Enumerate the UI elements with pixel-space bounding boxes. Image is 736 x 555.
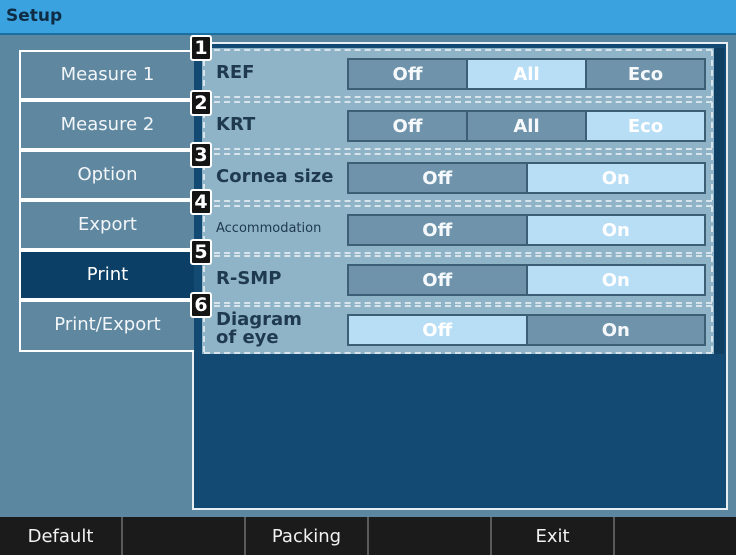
row-border [204, 148, 712, 150]
callout-badge-3: 3 [190, 142, 212, 168]
row-border [711, 102, 713, 148]
sidebar-tab-measure-2[interactable]: Measure 2 [19, 100, 194, 150]
ref-option-off[interactable]: Off [349, 60, 466, 88]
row-border [204, 101, 712, 103]
r-smp-option-on[interactable]: On [527, 266, 704, 294]
setting-row-r-smp: R-SMP Off On [202, 254, 714, 304]
diagram-of-eye-option-off[interactable]: Off [349, 316, 526, 344]
setting-label: Diagram of eye [216, 309, 302, 348]
krt-option-eco[interactable]: Eco [587, 112, 704, 140]
setting-label: Accommodation [216, 221, 322, 236]
title-bar: Setup [0, 0, 736, 35]
callout-badge-4: 4 [190, 189, 212, 215]
ref-option-eco[interactable]: Eco [587, 60, 704, 88]
sidebar-tab-export[interactable]: Export [19, 200, 194, 250]
cornea-size-option-on[interactable]: On [527, 164, 704, 192]
row-border [711, 306, 713, 352]
row-border [204, 96, 712, 98]
function-key-6[interactable] [615, 517, 736, 555]
cornea-size-option-off[interactable]: Off [349, 164, 526, 192]
setting-row-cornea-size: Cornea size Off On [202, 152, 714, 202]
function-key-2[interactable] [123, 517, 244, 555]
setting-label: Cornea size [216, 166, 334, 187]
exit-button[interactable]: Exit [492, 517, 613, 555]
accommodation-option-group: Off On [347, 214, 706, 246]
row-border [711, 206, 713, 252]
diagram-of-eye-option-group: Off On [347, 314, 706, 346]
row-border [711, 256, 713, 302]
krt-option-all[interactable]: All [468, 112, 585, 140]
ref-option-group: Off All Eco [347, 58, 706, 90]
accommodation-option-on[interactable]: On [527, 216, 704, 244]
setting-row-diagram-of-eye: Diagram of eye Off On [202, 304, 714, 354]
callout-badge-2: 2 [190, 90, 212, 116]
callout-badge-1: 1 [190, 35, 212, 61]
row-border [711, 154, 713, 200]
diagram-of-eye-option-on[interactable]: On [527, 316, 704, 344]
setting-label: REF [216, 62, 255, 83]
r-smp-option-group: Off On [347, 264, 706, 296]
callout-badge-5: 5 [190, 239, 212, 265]
accommodation-option-off[interactable]: Off [349, 216, 526, 244]
sidebar-tab-measure-1[interactable]: Measure 1 [19, 50, 194, 100]
default-button[interactable]: Default [0, 517, 121, 555]
packing-button[interactable]: Packing [246, 517, 367, 555]
panel-edge [714, 48, 724, 354]
setting-label: KRT [216, 114, 256, 135]
cornea-size-option-group: Off On [347, 162, 706, 194]
setting-row-accommodation: Accommodation Off On [202, 204, 714, 254]
ref-option-all[interactable]: All [468, 60, 585, 88]
row-border [204, 49, 712, 51]
window-title: Setup [6, 6, 63, 26]
krt-option-group: Off All Eco [347, 110, 706, 142]
function-key-4[interactable] [369, 517, 490, 555]
setting-row-krt: KRT Off All Eco [202, 100, 714, 150]
sidebar-tab-print-export[interactable]: Print/Export [19, 300, 194, 352]
setting-row-ref: REF Off All Eco [202, 48, 714, 98]
callout-badge-6: 6 [190, 292, 212, 318]
sidebar-tab-option[interactable]: Option [19, 150, 194, 200]
setting-label: R-SMP [216, 268, 282, 289]
sidebar-tab-print[interactable]: Print [19, 250, 194, 300]
function-key-bar: Default Packing Exit [0, 517, 736, 555]
row-border [711, 50, 713, 96]
r-smp-option-off[interactable]: Off [349, 266, 526, 294]
krt-option-off[interactable]: Off [349, 112, 466, 140]
